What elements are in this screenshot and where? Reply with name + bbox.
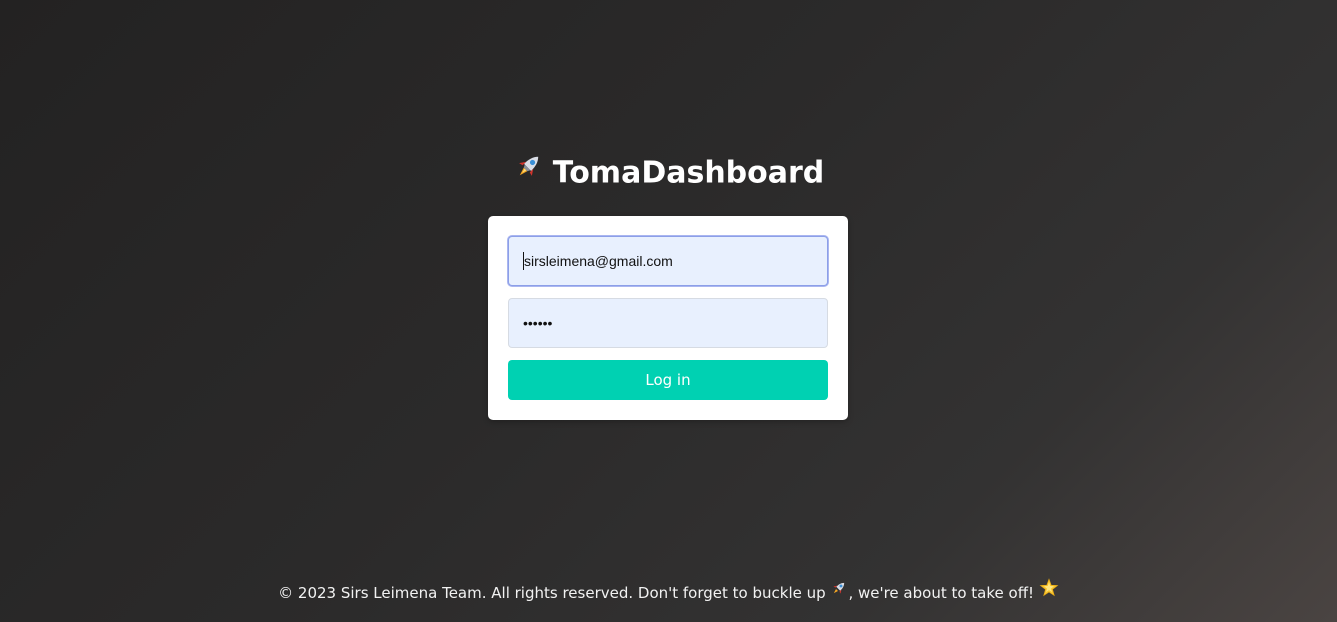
- rocket-icon: [830, 579, 848, 604]
- email-value: sirsleimena@gmail.com: [524, 253, 673, 269]
- rocket-icon: [513, 150, 545, 194]
- email-field[interactable]: sirsleimena@gmail.com: [508, 236, 828, 286]
- app-title: TomaDashboard: [552, 155, 825, 191]
- page-title: TomaDashboard: [0, 152, 1337, 196]
- login-button[interactable]: Log in: [508, 360, 828, 400]
- star-icon: [1039, 578, 1059, 605]
- password-field[interactable]: ••••••: [508, 298, 828, 348]
- footer-copyright: © 2023 Sirs Leimena Team. All rights res…: [0, 578, 1337, 607]
- password-value: ••••••: [523, 315, 553, 331]
- footer-text: © 2023 Sirs Leimena Team. All rights res…: [278, 584, 826, 602]
- footer-text-tail: , we're about to take off!: [848, 584, 1035, 602]
- login-card: sirsleimena@gmail.com •••••• Log in: [488, 216, 848, 420]
